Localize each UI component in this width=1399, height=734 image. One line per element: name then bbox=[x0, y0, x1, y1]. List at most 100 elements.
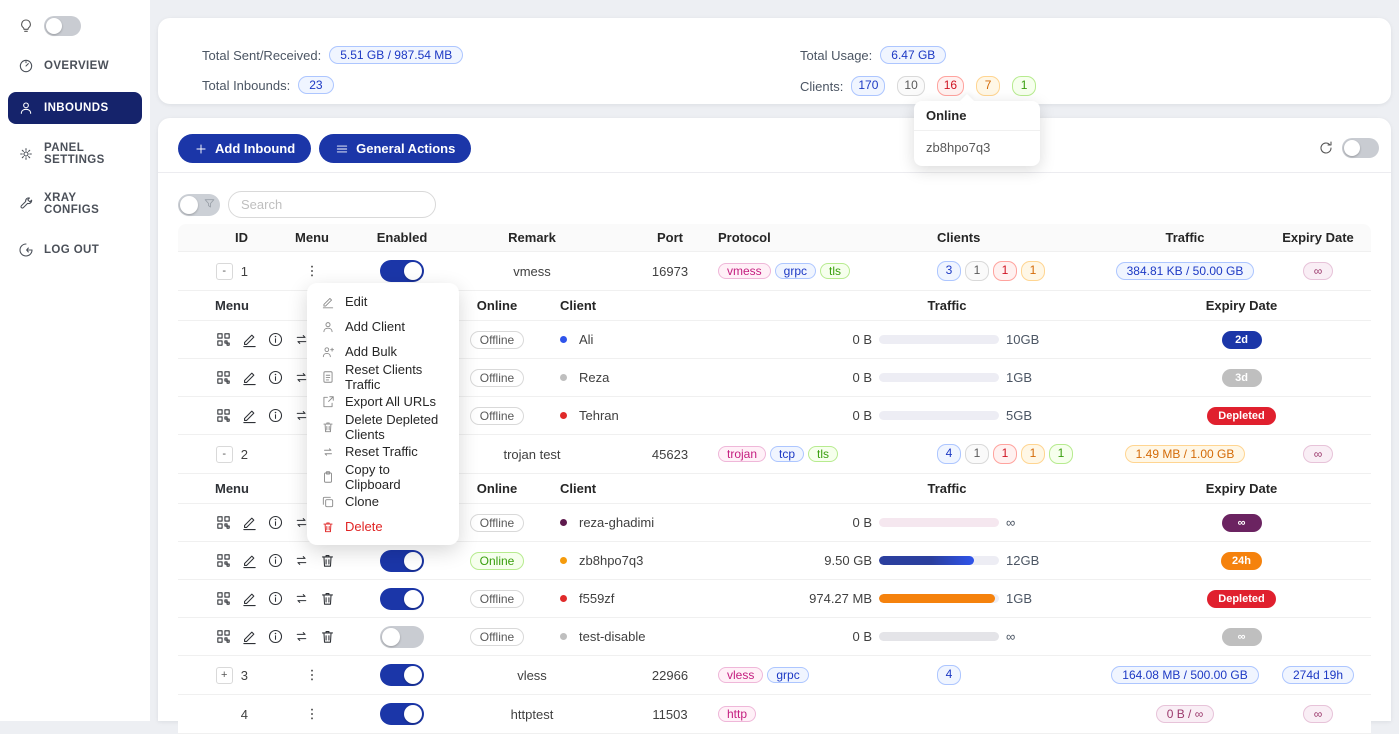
client-color-dot bbox=[560, 633, 567, 640]
col-header-protocol: Protocol bbox=[718, 230, 925, 245]
edit-icon[interactable] bbox=[241, 514, 258, 531]
traffic-progress-bar bbox=[879, 518, 999, 527]
client-count-deactive[interactable]: 10 bbox=[897, 76, 924, 96]
qr-code-icon[interactable] bbox=[215, 552, 232, 569]
info-icon[interactable] bbox=[267, 331, 284, 348]
expiry-badge: 2d bbox=[1222, 331, 1262, 349]
edit-icon[interactable] bbox=[241, 590, 258, 607]
edit-icon[interactable] bbox=[241, 628, 258, 645]
delete-icon[interactable] bbox=[319, 590, 336, 607]
reset-traffic-icon[interactable] bbox=[293, 590, 310, 607]
info-icon[interactable] bbox=[267, 514, 284, 531]
refresh-icon[interactable] bbox=[1318, 140, 1334, 156]
sub-col-traffic: Traffic bbox=[782, 481, 1112, 496]
traffic-cap: ∞ bbox=[1006, 629, 1015, 644]
inbound-remark: vless bbox=[442, 668, 622, 683]
sub-col-expiry: Expiry Date bbox=[1112, 298, 1371, 313]
client-name: Tehran bbox=[579, 408, 619, 423]
menu-item-reset-traffic[interactable]: Reset Traffic bbox=[307, 439, 459, 464]
total-usage-value: 6.47 GB bbox=[880, 46, 946, 64]
reset-traffic-icon[interactable] bbox=[293, 628, 310, 645]
client-row-test-disable: Offline test-disable 0 B ∞ ∞ bbox=[178, 618, 1371, 656]
qr-code-icon[interactable] bbox=[215, 628, 232, 645]
lightbulb-icon bbox=[18, 18, 34, 34]
search-input[interactable] bbox=[228, 191, 436, 218]
info-icon[interactable] bbox=[267, 552, 284, 569]
theme-toggle[interactable] bbox=[44, 16, 81, 36]
sidebar-item-overview[interactable]: OVERVIEW bbox=[8, 50, 142, 82]
enabled-toggle[interactable] bbox=[380, 664, 424, 686]
client-count-badge: 4 bbox=[937, 665, 961, 685]
traffic-used: 9.50 GB bbox=[782, 553, 872, 568]
general-actions-button[interactable]: General Actions bbox=[319, 134, 471, 163]
add-inbound-button[interactable]: Add Inbound bbox=[178, 134, 311, 163]
menu-item-clone[interactable]: Clone bbox=[307, 489, 459, 514]
sidebar: OVERVIEW INBOUNDS PANEL SETTINGS XRAY CO… bbox=[0, 0, 150, 721]
delete-icon[interactable] bbox=[319, 552, 336, 569]
info-icon[interactable] bbox=[267, 369, 284, 386]
expand-button[interactable]: + bbox=[216, 667, 233, 684]
edit-icon[interactable] bbox=[241, 369, 258, 386]
enabled-toggle[interactable] bbox=[380, 703, 424, 725]
client-row-zb8hpo7q3: Online zb8hpo7q3 9.50 GB 12GB 24h bbox=[178, 542, 1371, 580]
total-inbounds-label: Total Inbounds: bbox=[202, 78, 290, 93]
auto-refresh-toggle[interactable] bbox=[1342, 138, 1379, 158]
enabled-toggle[interactable] bbox=[380, 260, 424, 282]
edit-icon[interactable] bbox=[241, 552, 258, 569]
wrench-icon bbox=[18, 196, 34, 212]
edit-icon[interactable] bbox=[241, 407, 258, 424]
sidebar-item-panel-settings[interactable]: PANEL SETTINGS bbox=[8, 134, 142, 174]
menu-item-add-bulk[interactable]: Add Bulk bbox=[307, 339, 459, 364]
online-status-badge: Offline bbox=[470, 628, 524, 646]
qr-code-icon[interactable] bbox=[215, 331, 232, 348]
gauge-icon bbox=[18, 58, 34, 74]
edit-icon[interactable] bbox=[241, 331, 258, 348]
sidebar-item-xray-configs[interactable]: XRAY CONFIGS bbox=[8, 184, 142, 224]
trash-icon bbox=[321, 420, 335, 434]
menu-item-edit[interactable]: Edit bbox=[307, 289, 459, 314]
info-icon[interactable] bbox=[267, 628, 284, 645]
row-menu-button[interactable] bbox=[304, 667, 320, 683]
info-icon[interactable] bbox=[267, 590, 284, 607]
menu-item-delete-depleted-clients[interactable]: Delete Depleted Clients bbox=[307, 414, 459, 439]
edit-icon bbox=[321, 295, 335, 309]
collapse-button[interactable]: - bbox=[216, 446, 233, 463]
client-count-online[interactable]: 1 bbox=[1012, 76, 1036, 96]
popover-title: Online bbox=[914, 101, 1040, 131]
client-count-badge: 4 bbox=[937, 444, 961, 464]
copy-icon bbox=[321, 495, 335, 509]
qr-code-icon[interactable] bbox=[215, 369, 232, 386]
reset-traffic-icon[interactable] bbox=[293, 552, 310, 569]
menu-item-copy-to-clipboard[interactable]: Copy to Clipboard bbox=[307, 464, 459, 489]
inbound-context-menu: Edit Add Client Add Bulk Reset Clients T… bbox=[307, 283, 459, 545]
client-count-total[interactable]: 170 bbox=[851, 76, 885, 96]
client-name: test-disable bbox=[579, 629, 645, 644]
menu-item-delete[interactable]: Delete bbox=[307, 514, 459, 539]
traffic-badge: 384.81 KB / 50.00 GB bbox=[1116, 262, 1255, 280]
qr-code-icon[interactable] bbox=[215, 590, 232, 607]
client-enabled-toggle[interactable] bbox=[380, 550, 424, 572]
client-count-depleted[interactable]: 16 bbox=[937, 76, 964, 96]
filter-toggle[interactable] bbox=[178, 194, 220, 216]
menu-item-reset-clients-traffic[interactable]: Reset Clients Traffic bbox=[307, 364, 459, 389]
sidebar-item-logout[interactable]: LOG OUT bbox=[8, 234, 142, 266]
row-menu-button[interactable] bbox=[304, 263, 320, 279]
menu-item-add-client[interactable]: Add Client bbox=[307, 314, 459, 339]
row-menu-button[interactable] bbox=[304, 706, 320, 722]
expiry-badge: Depleted bbox=[1207, 590, 1275, 608]
client-count-expiring[interactable]: 7 bbox=[976, 76, 1000, 96]
qr-code-icon[interactable] bbox=[215, 514, 232, 531]
protocol-tag: grpc bbox=[775, 263, 816, 279]
expiry-badge: ∞ bbox=[1303, 445, 1334, 463]
inbound-id: 3 bbox=[241, 668, 248, 683]
collapse-button[interactable]: - bbox=[216, 263, 233, 280]
delete-icon[interactable] bbox=[319, 628, 336, 645]
protocol-tag: grpc bbox=[767, 667, 808, 683]
info-icon[interactable] bbox=[267, 407, 284, 424]
qr-code-icon[interactable] bbox=[215, 407, 232, 424]
client-enabled-toggle[interactable] bbox=[380, 588, 424, 610]
sidebar-item-inbounds[interactable]: INBOUNDS bbox=[8, 92, 142, 124]
table-header-row: ID Menu Enabled Remark Port Protocol Cli… bbox=[178, 224, 1371, 252]
menu-item-export-all-urls[interactable]: Export All URLs bbox=[307, 389, 459, 414]
client-enabled-toggle[interactable] bbox=[380, 626, 424, 648]
